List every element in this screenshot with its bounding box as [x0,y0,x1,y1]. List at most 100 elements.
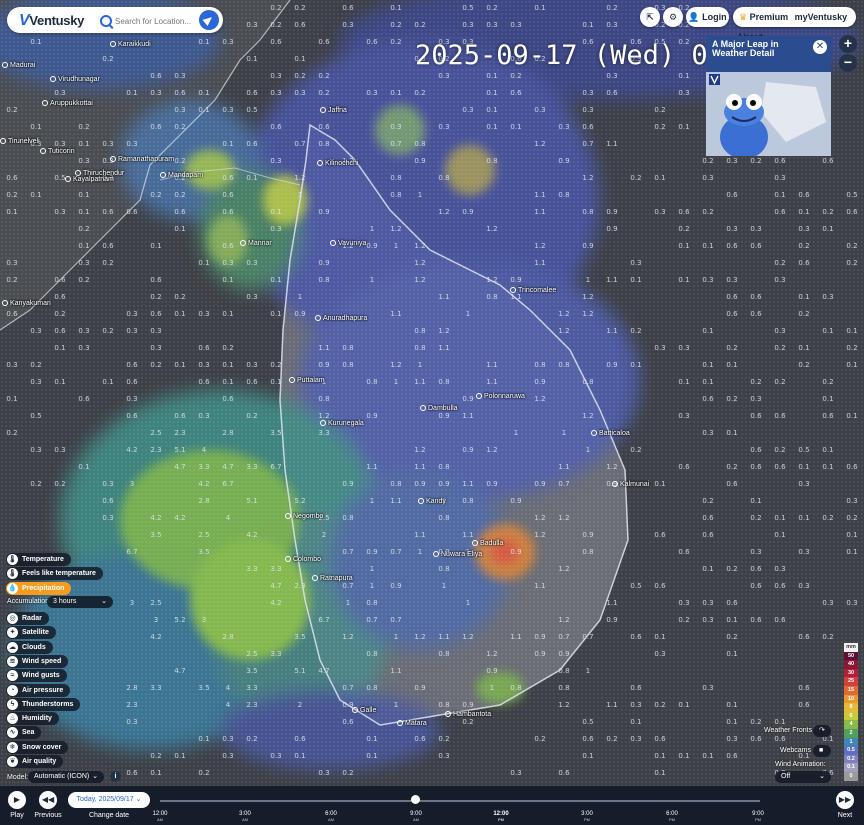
weather-fronts-toggle[interactable]: ↷ [813,725,831,737]
timeline-tick[interactable]: 9:00 PM [752,811,764,823]
info-icon[interactable]: i [110,771,121,782]
city-label[interactable]: Mandapam [160,172,203,179]
layer-air-quality[interactable]: ❦ Air quality [6,755,64,768]
timeline-tick[interactable]: 3:00 AM [239,811,251,823]
city-label[interactable]: Vavuniya [330,240,366,247]
precipitation-value: 0.1 [30,191,42,199]
layer-air-pressure[interactable]: ◔ Air pressure [6,684,71,697]
locate-me-button[interactable] [199,10,219,30]
city-label[interactable]: Kanyakumari [2,300,51,307]
city-label[interactable]: Negombo [285,513,323,520]
layer-feels-like-temperature[interactable]: 🌡 Feels like temperature [6,567,103,580]
precipitation-value: 0.6 [174,89,186,97]
zoom-out-button[interactable]: − [839,54,857,72]
precipitation-value: 0.3 [750,225,762,233]
timeline-track[interactable] [160,800,760,802]
city-label[interactable]: Karaikkudi [110,41,151,48]
precipitation-value: 0.2 [78,225,90,233]
precipitation-value: 4 [225,514,231,522]
city-label[interactable]: Aruppukkottai [42,100,93,107]
layer-precipitation[interactable]: 💧 Precipitation [6,582,72,595]
accumulation-select[interactable]: 3 hours ⌄ [47,596,113,608]
city-label[interactable]: Trincomalee [510,287,556,294]
timeline-tick[interactable]: 6:00 PM [666,811,678,823]
zoom-in-button[interactable]: + [839,35,857,53]
ventusky-logo[interactable]: VVentusky [19,12,84,30]
city-label[interactable]: Badulla [472,540,503,547]
city-label[interactable]: Nuwara Eliya [433,551,482,558]
timeline-tick[interactable]: 12:00 AM [152,811,167,823]
layer-temperature[interactable]: 🌡 Temperature [6,553,71,566]
timeline-tick[interactable]: 3:00 PM [581,811,593,823]
city-label[interactable]: Polonnaruwa [476,393,525,400]
precipitation-value: 0.2 [750,718,762,726]
myventusky-link[interactable]: myVentusky [795,12,848,22]
layer-clouds[interactable]: ☁ Clouds [6,641,53,654]
city-label[interactable]: Tuticorin [40,148,75,155]
city-label[interactable]: Ramanathapuram [110,156,174,163]
precipitation-value: 0.6 [654,531,666,539]
city-label[interactable]: Kandy [418,498,446,505]
precipitation-value: 0.6 [102,497,114,505]
layer-wind-gusts[interactable]: ≈ Wind gusts [6,669,67,682]
legend-step: 10 [844,694,858,704]
precipitation-value: 0.5 [630,582,642,590]
precipitation-value: 0.9 [606,208,618,216]
precipitation-value: 0.8 [390,480,402,488]
city-label[interactable]: Matara [397,720,427,727]
city-label[interactable]: Colombo [285,556,321,563]
date-select[interactable]: Today, 2025/09/17 ⌄ [68,792,150,808]
layer-humidity[interactable]: ♨ Humidity [6,712,59,725]
webcams-toggle[interactable]: ■ [813,745,831,757]
premium-link[interactable]: ♛ Premium [739,12,788,22]
city-label[interactable]: Kalmunai [612,481,649,488]
city-label[interactable]: Virudhunagar [50,76,100,83]
city-label[interactable]: Kayalpatnam [65,176,114,183]
city-label[interactable]: Ratnapura [312,575,353,582]
layer-thunderstorms[interactable]: ϟ Thunderstorms [6,698,81,711]
advertisement[interactable]: A Major Leap in Weather Detail ✕ [706,36,831,156]
city-label[interactable]: Puttalam [289,377,325,384]
play-button[interactable]: ▶ [8,791,26,809]
previous-button[interactable]: ◀◀ [39,791,57,809]
city-label[interactable]: Hambantota [445,711,491,718]
precipitation-value: 0.8 [558,191,570,199]
layer-satellite[interactable]: ✦ Satellite [6,626,56,639]
city-label[interactable]: Madurai [2,62,35,69]
city-label[interactable]: Dambulla [420,405,458,412]
model-select[interactable]: Automatic (ICON) ⌄ [28,771,104,783]
layer-snow-cover[interactable]: ❄ Snow cover [6,741,69,754]
wind-animation-select[interactable]: Off ⌄ [775,771,831,783]
city-label[interactable]: Jaffna [320,107,347,114]
share-button[interactable]: ⇱ [640,7,660,27]
city-label[interactable]: Tirunelveli [0,138,40,145]
precipitation-value: 4.7 [174,463,186,471]
precipitation-value: 4.7 [318,667,330,675]
precipitation-value: 0.1 [726,650,738,658]
timeline-tick[interactable]: 9:00 AM [410,811,422,823]
timeline-handle[interactable] [411,795,420,804]
city-label[interactable]: Anuradhapura [315,315,367,322]
city-label[interactable]: Batticaloa [591,430,630,437]
city-label[interactable]: Mannar [240,240,272,247]
ad-frog-image [706,72,831,156]
precipitation-value: 0.6 [726,599,738,607]
timeline-tick[interactable]: 12:00 PM [493,811,508,823]
precipitation-value: 0.3 [462,106,474,114]
city-label[interactable]: Kilinochchi [317,160,358,167]
city-label[interactable]: Kurunegala [320,420,364,427]
login-button[interactable]: 👤 Login [686,7,729,27]
next-button[interactable]: ▶▶ [836,791,854,809]
precipitation-value: 0.3 [630,735,642,743]
settings-button[interactable]: ⚙ [663,7,683,27]
city-label[interactable]: Galle [352,707,376,714]
layer-sea[interactable]: ∿ Sea [6,726,42,739]
search-input[interactable] [113,12,207,30]
precipitation-value: 2.3 [126,701,138,709]
timeline-tick[interactable]: 6:00 AM [325,811,337,823]
layer-radar[interactable]: ◎ Radar [6,612,49,625]
ad-close-button[interactable]: ✕ [813,40,827,54]
precipitation-value: 1.1 [606,140,618,148]
city-marker-icon [160,172,166,179]
layer-wind-speed[interactable]: ≋ Wind speed [6,655,69,668]
